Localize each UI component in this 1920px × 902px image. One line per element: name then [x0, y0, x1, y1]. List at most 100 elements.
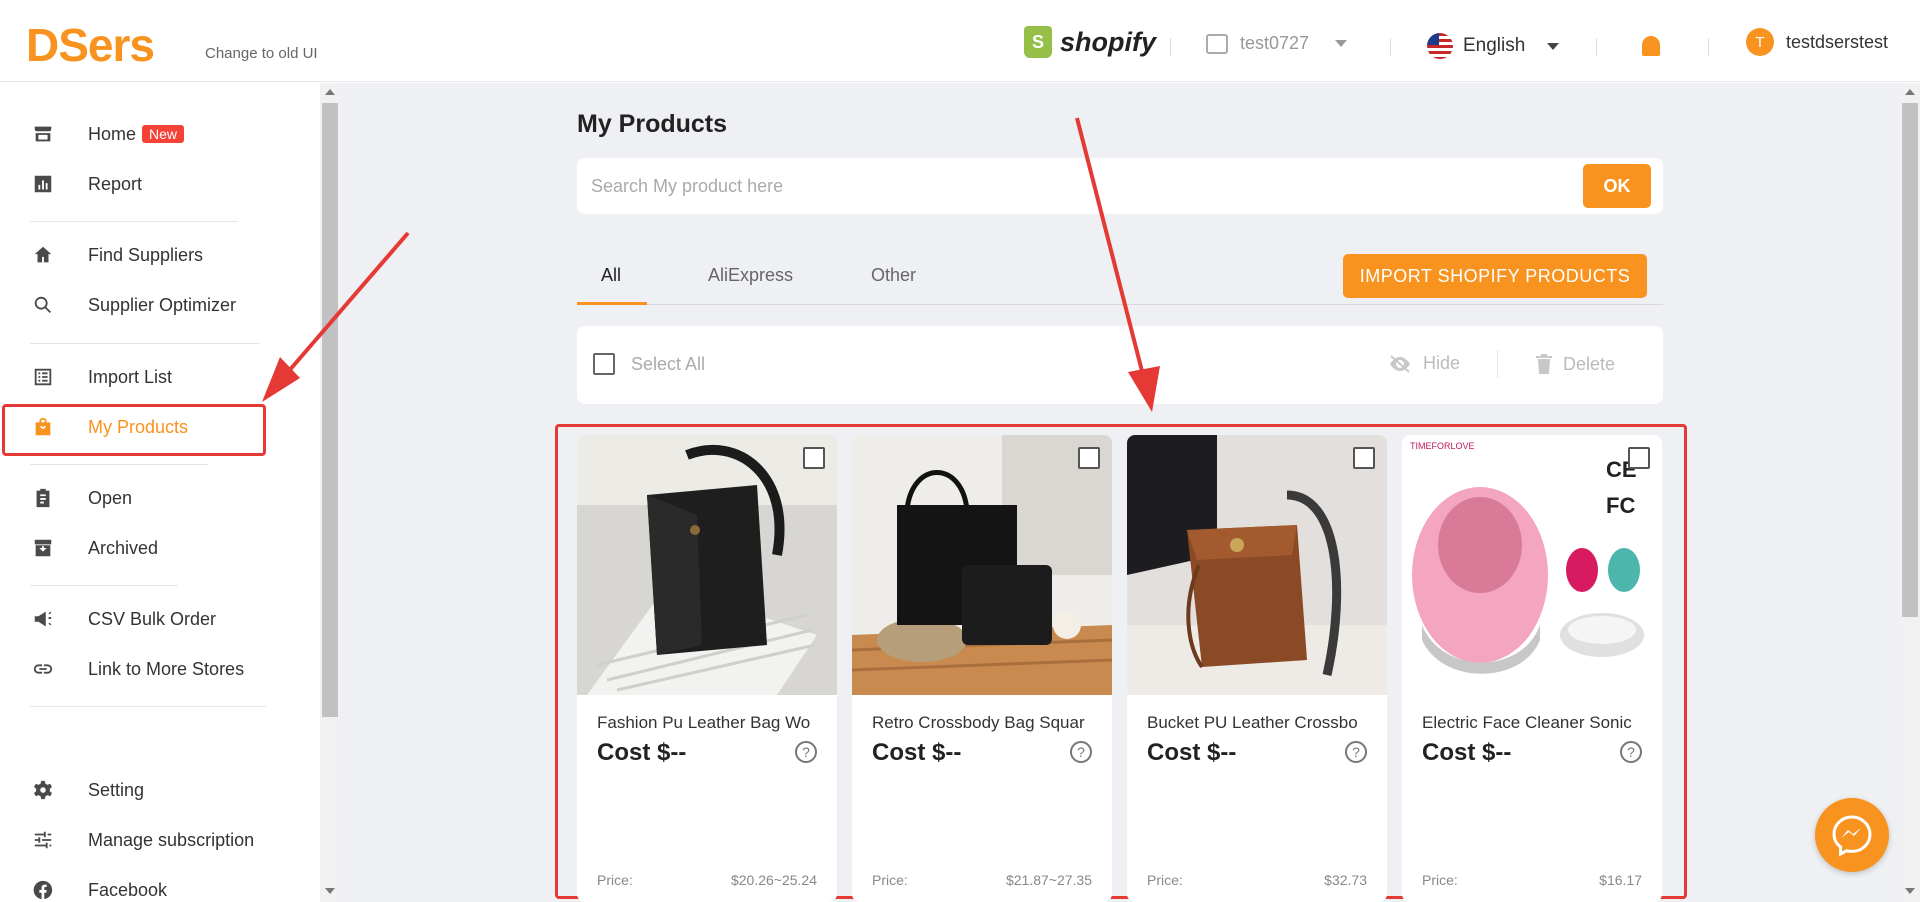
- import-shopify-products-button[interactable]: IMPORT SHOPIFY PRODUCTS: [1343, 254, 1647, 298]
- header-divider: [1170, 38, 1171, 56]
- search-ok-button[interactable]: OK: [1583, 164, 1651, 208]
- store-selector[interactable]: test0727: [1206, 33, 1348, 54]
- search-icon: [32, 294, 54, 316]
- storefront-icon: [1206, 33, 1228, 54]
- sidebar-item-home[interactable]: Home New: [0, 112, 262, 156]
- product-cost: Cost $--: [597, 739, 687, 766]
- sidebar-scrollbar-thumb[interactable]: [322, 103, 338, 717]
- bulk-action-bar: Select All Hide Delete: [577, 326, 1663, 404]
- product-checkbox[interactable]: [1628, 447, 1650, 469]
- scroll-up-arrow-icon[interactable]: [325, 89, 335, 95]
- product-title[interactable]: Bucket PU Leather Crossbo: [1147, 713, 1367, 733]
- product-image[interactable]: TIMEFORLOVE CE FC: [1402, 435, 1662, 695]
- search-bar: OK: [577, 158, 1663, 214]
- us-flag-icon: [1427, 33, 1453, 59]
- product-cost: Cost $--: [1147, 739, 1237, 766]
- product-checkbox[interactable]: [803, 447, 825, 469]
- scroll-down-arrow-icon[interactable]: [325, 888, 335, 894]
- product-card[interactable]: TIMEFORLOVE CE FC Electric Face Cleaner …: [1402, 435, 1662, 902]
- chevron-down-icon: [1547, 42, 1560, 50]
- sidebar-item-find-suppliers[interactable]: Find Suppliers: [0, 233, 262, 277]
- header-divider: [1390, 38, 1391, 56]
- user-menu[interactable]: T testdserstest: [1746, 28, 1888, 56]
- select-all-control[interactable]: Select All: [593, 353, 705, 375]
- product-card[interactable]: Fashion Pu Leather Bag Wo Cost $-- ? Pri…: [577, 435, 837, 902]
- nav-divider: [30, 221, 238, 222]
- home-icon: [32, 244, 54, 266]
- help-icon[interactable]: ?: [795, 741, 817, 763]
- product-image[interactable]: [852, 435, 1112, 695]
- product-image[interactable]: [577, 435, 837, 695]
- new-badge: New: [142, 125, 185, 143]
- language-selector[interactable]: English: [1427, 33, 1560, 59]
- product-image[interactable]: [1127, 435, 1387, 695]
- hide-action[interactable]: Hide: [1387, 353, 1460, 374]
- product-card[interactable]: Bucket PU Leather Crossbo Cost $-- ? Pri…: [1127, 435, 1387, 902]
- list-icon: [32, 366, 54, 388]
- header-divider: [1708, 38, 1709, 56]
- username: testdserstest: [1786, 31, 1889, 52]
- scroll-down-arrow-icon[interactable]: [1905, 888, 1915, 894]
- product-price: $21.87~27.35: [1005, 872, 1092, 888]
- sliders-icon: [32, 829, 54, 851]
- messenger-chat-button[interactable]: [1815, 798, 1889, 872]
- delete-action[interactable]: Delete: [1535, 353, 1615, 375]
- nav-divider: [30, 585, 178, 586]
- price-label: Price:: [1147, 872, 1183, 888]
- facebook-icon: [32, 879, 54, 901]
- messenger-icon: [1832, 815, 1872, 857]
- product-title[interactable]: Retro Crossbody Bag Squar: [872, 713, 1092, 733]
- product-cost: Cost $--: [872, 739, 962, 766]
- brand-mark: TIMEFORLOVE: [1410, 441, 1475, 451]
- sidebar-item-supplier-optimizer[interactable]: Supplier Optimizer: [0, 283, 262, 327]
- shopify-logo: shopify: [1024, 26, 1156, 58]
- eye-off-icon: [1390, 354, 1410, 373]
- sidebar-item-setting[interactable]: Setting: [0, 768, 262, 812]
- product-title[interactable]: Fashion Pu Leather Bag Wo: [597, 713, 817, 733]
- page-title: My Products: [577, 110, 728, 138]
- scroll-up-arrow-icon[interactable]: [1905, 89, 1915, 95]
- select-all-label: Select All: [631, 353, 706, 374]
- product-card[interactable]: Retro Crossbody Bag Squar Cost $-- ? Pri…: [852, 435, 1112, 902]
- dsers-logo[interactable]: DSers: [26, 18, 155, 72]
- language-label: English: [1463, 35, 1526, 56]
- main-scrollbar-thumb[interactable]: [1902, 103, 1918, 617]
- bell-icon[interactable]: [1642, 36, 1660, 56]
- trash-icon: [1536, 354, 1552, 374]
- sidebar-item-facebook[interactable]: Facebook: [0, 868, 262, 902]
- clipboard-icon: [32, 487, 54, 509]
- fc-mark: FC: [1606, 493, 1635, 518]
- sidebar-item-csv-bulk-order[interactable]: CSV Bulk Order: [0, 597, 262, 641]
- product-price: $16.17: [1599, 872, 1642, 888]
- sidebar-item-import-list[interactable]: Import List: [0, 355, 262, 399]
- help-icon[interactable]: ?: [1070, 741, 1092, 763]
- header-divider: [1596, 38, 1597, 56]
- active-tab-indicator: [577, 302, 647, 305]
- my-products-highlight: [2, 404, 266, 456]
- help-icon[interactable]: ?: [1345, 741, 1367, 763]
- sidebar-item-manage-subscription[interactable]: Manage subscription: [0, 818, 262, 862]
- change-to-old-ui-link[interactable]: Change to old UI: [205, 45, 318, 62]
- sidebar-item-link-stores[interactable]: Link to More Stores: [0, 647, 262, 691]
- select-all-checkbox[interactable]: [593, 353, 615, 375]
- chevron-down-icon: [1335, 40, 1348, 47]
- product-checkbox[interactable]: [1078, 447, 1100, 469]
- product-cost: Cost $--: [1422, 739, 1512, 766]
- shopify-bag-icon: [1024, 26, 1052, 58]
- nav-divider: [30, 464, 208, 465]
- sidebar-item-report[interactable]: Report: [0, 162, 262, 206]
- sidebar-item-open[interactable]: Open: [0, 476, 262, 520]
- nav-divider: [30, 343, 260, 344]
- price-label: Price:: [872, 872, 908, 888]
- tab-aliexpress[interactable]: AliExpress: [708, 265, 793, 286]
- top-header: DSers Change to old UI shopify test0727 …: [0, 0, 1920, 82]
- search-input[interactable]: [591, 172, 1551, 200]
- help-icon[interactable]: ?: [1620, 741, 1642, 763]
- megaphone-icon: [32, 608, 54, 630]
- sidebar-item-archived[interactable]: Archived: [0, 526, 262, 570]
- tab-other[interactable]: Other: [871, 265, 916, 286]
- product-title[interactable]: Electric Face Cleaner Sonic: [1422, 713, 1642, 733]
- product-checkbox[interactable]: [1353, 447, 1375, 469]
- tab-all[interactable]: All: [601, 265, 621, 286]
- link-icon: [32, 658, 54, 680]
